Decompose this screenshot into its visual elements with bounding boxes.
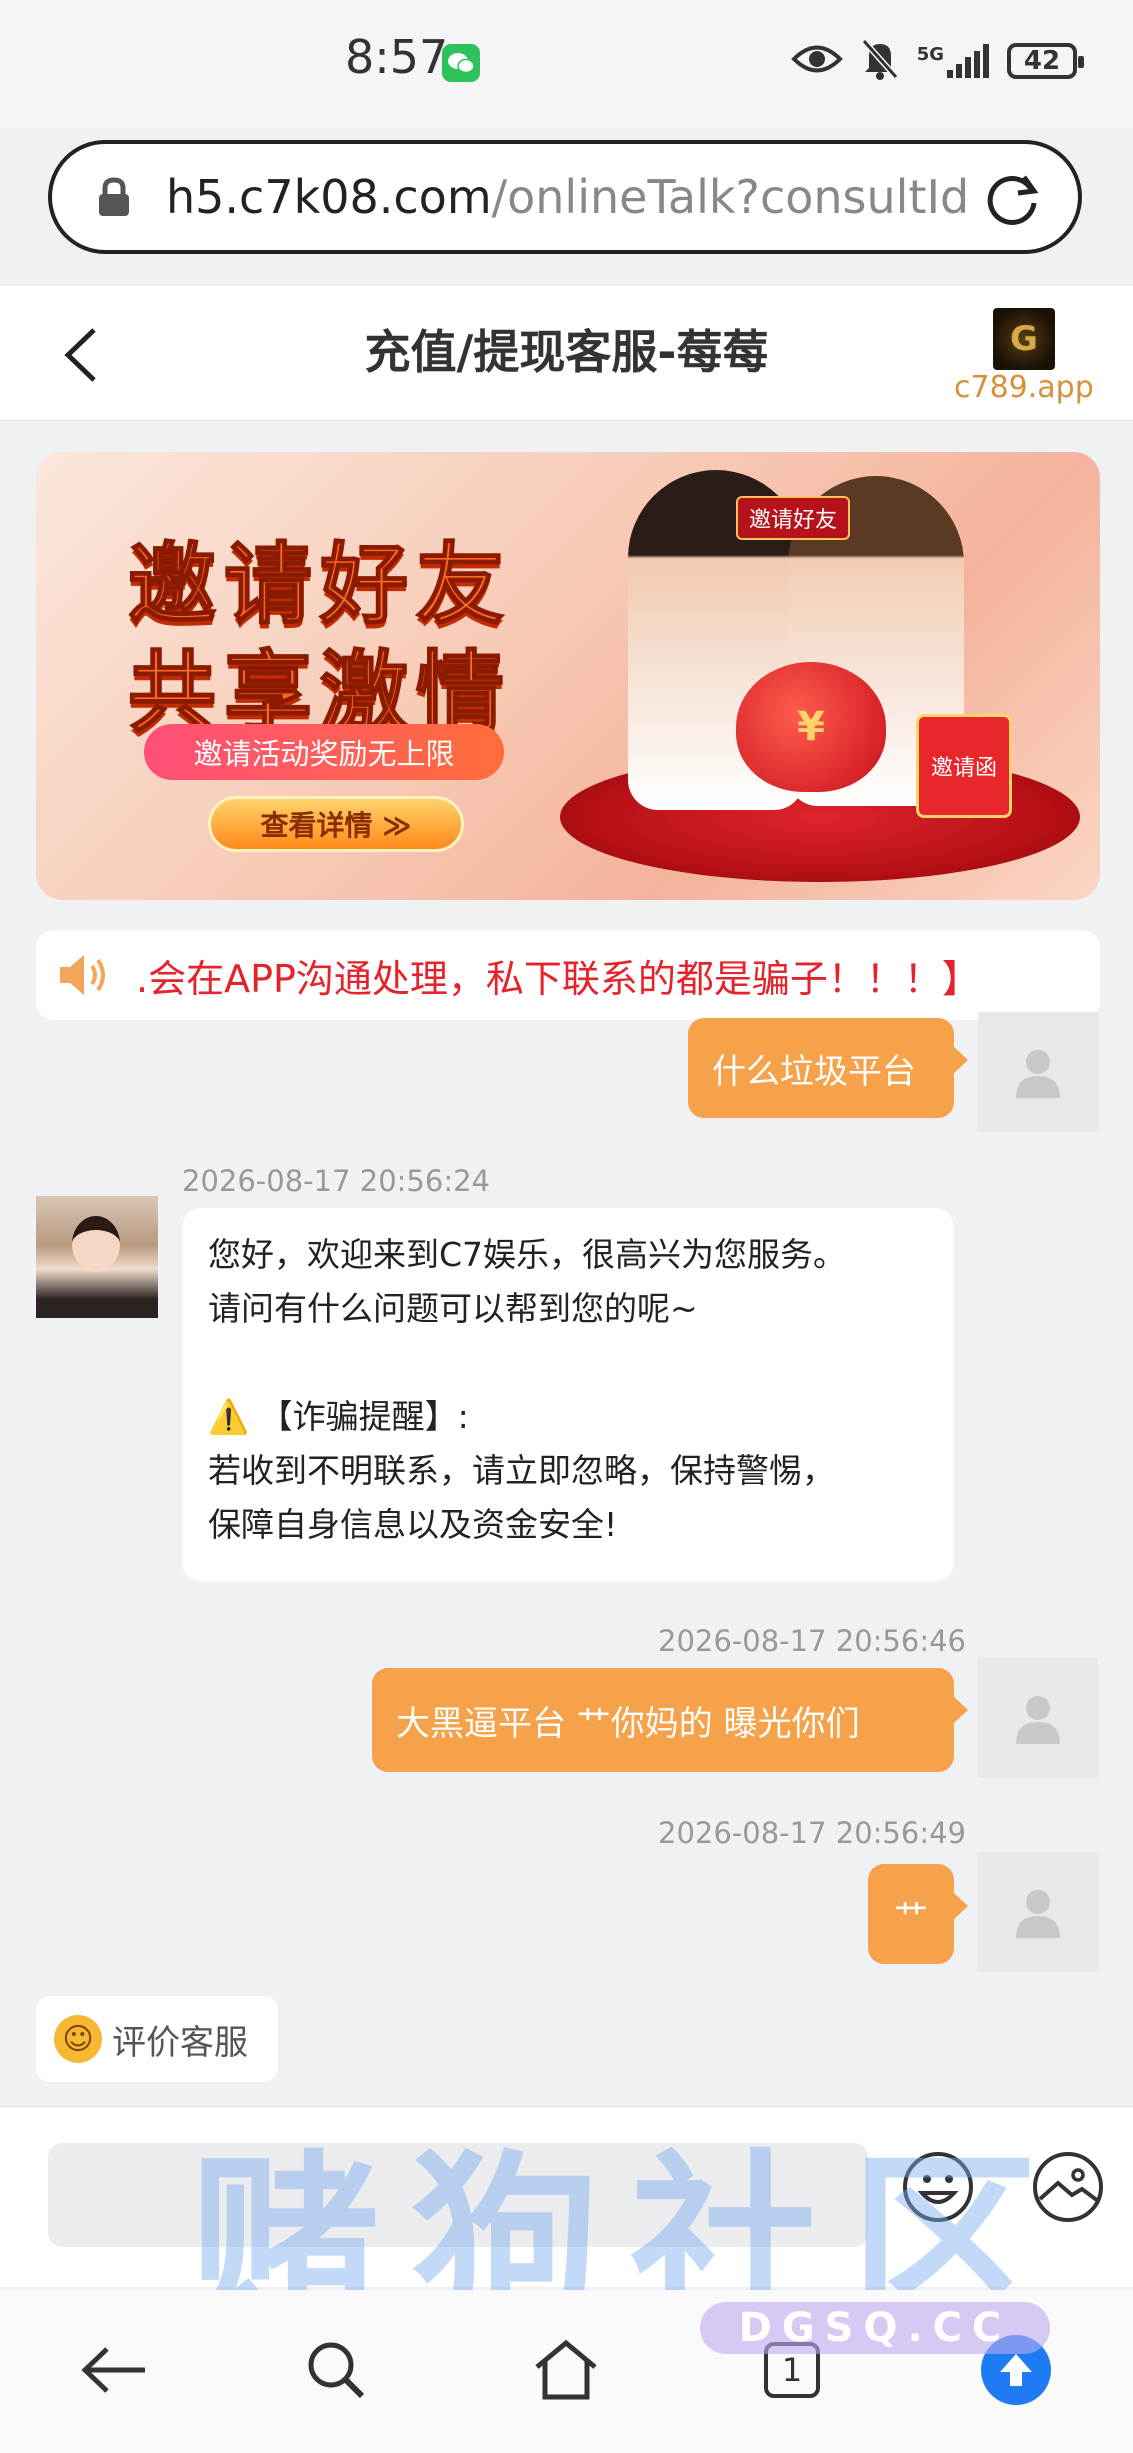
- nav-search-icon[interactable]: [296, 2330, 376, 2410]
- url-path: /onlineTalk?consultId=1: [491, 170, 966, 224]
- banner-subtitle: 邀请活动奖励无上限: [144, 724, 504, 780]
- rate-agent-label: 评价客服: [112, 2022, 248, 2063]
- banner-detail-button[interactable]: 查看详情 ≫: [208, 796, 464, 852]
- user-message-bubble: 大黑逼平台 艹你妈的 曝光你们: [372, 1668, 968, 1772]
- status-clock: 8:57: [345, 30, 449, 84]
- network-label: 5G: [916, 44, 944, 65]
- signal-icon: 5G: [917, 44, 989, 78]
- arrow-up-icon: [981, 2335, 1051, 2405]
- user-avatar: [978, 1852, 1098, 1972]
- address-bar[interactable]: h5.c7k08.com/onlineTalk?consultId=1: [48, 140, 1082, 254]
- user-avatar: [978, 1658, 1098, 1778]
- mute-bell-icon: [861, 38, 899, 84]
- image-upload-icon[interactable]: [1030, 2149, 1106, 2225]
- promo-banner[interactable]: 邀请好友 共享激情 邀请活动奖励无上限 查看详情 ≫ 邀请好友 ¥ 邀请函: [36, 452, 1100, 900]
- user-message-bubble: 艹: [868, 1864, 968, 1964]
- smile-emoji-icon: ☺: [54, 2015, 102, 2063]
- agent-message-warning: ⚠️ 【诈骗提醒】:: [208, 1397, 469, 1436]
- user-avatar-icon: [1016, 1696, 1060, 1744]
- wechat-notification-icon: [442, 44, 480, 82]
- lock-icon: [96, 177, 132, 217]
- invite-card-image: 邀请函: [916, 714, 1012, 818]
- agent-message-line: 保障自身信息以及资金安全!: [208, 1505, 618, 1544]
- agent-avatar-face: [72, 1216, 120, 1272]
- agent-message-line: 请问有什么问题可以帮到您的呢~: [208, 1289, 698, 1328]
- agent-message-line: 您好，欢迎来到C7娱乐，很高兴为您服务。: [208, 1235, 847, 1274]
- emoji-icon[interactable]: [900, 2149, 976, 2225]
- nav-back-icon[interactable]: [74, 2330, 154, 2410]
- notice-text: .会在APP沟通处理，私下联系的都是骗子！！！】: [136, 957, 980, 1001]
- nav-scroll-top-button[interactable]: [976, 2330, 1056, 2410]
- user-message-bubble: 什么垃圾平台: [688, 1018, 968, 1118]
- nav-tabs-button[interactable]: 1: [752, 2330, 832, 2410]
- user-avatar: [978, 1012, 1098, 1132]
- message-input-area: [0, 2106, 1133, 2287]
- user-avatar-icon: [1016, 1050, 1060, 1098]
- money-bag-icon: ¥: [736, 662, 886, 792]
- battery-indicator: 42: [1007, 43, 1084, 79]
- app-logo-text: c789.app: [954, 370, 1094, 405]
- message-input[interactable]: [48, 2143, 868, 2247]
- agent-message-spacer: [208, 1336, 928, 1390]
- notice-bar: .会在APP沟通处理，私下联系的都是骗子！！！】: [36, 930, 1100, 1020]
- message-timestamp: 2026-08-17 20:56:49: [658, 1816, 966, 1850]
- reload-icon[interactable]: [980, 165, 1044, 229]
- message-timestamp: 2026-08-17 20:56:46: [658, 1624, 966, 1658]
- agent-message-line: 若收到不明联系，请立即忽略，保持警惕，: [208, 1451, 835, 1490]
- speaker-icon: [58, 952, 110, 998]
- banner-tag: 邀请好友: [736, 496, 850, 540]
- status-bar: 8:57 5G 42: [0, 0, 1133, 130]
- status-icons: 5G 42: [790, 36, 1084, 86]
- browser-bottom-nav: 1: [0, 2290, 1133, 2453]
- url-text[interactable]: h5.c7k08.com/onlineTalk?consultId=1: [166, 170, 966, 224]
- tab-count: 1: [764, 2342, 820, 2398]
- agent-message-bubble: 您好，欢迎来到C7娱乐，很高兴为您服务。 请问有什么问题可以帮到您的呢~ ⚠️ …: [182, 1208, 954, 1582]
- rate-agent-button[interactable]: ☺ 评价客服: [36, 1996, 278, 2082]
- nav-home-icon[interactable]: [526, 2330, 606, 2410]
- url-host: h5.c7k08.com: [166, 170, 492, 224]
- user-avatar-icon: [1016, 1890, 1060, 1938]
- eye-icon: [790, 42, 843, 80]
- app-logo: G: [993, 308, 1055, 370]
- message-timestamp: 2026-08-17 20:56:24: [182, 1164, 490, 1198]
- chat-header: 充值/提现客服-莓莓 G c789.app: [0, 286, 1133, 421]
